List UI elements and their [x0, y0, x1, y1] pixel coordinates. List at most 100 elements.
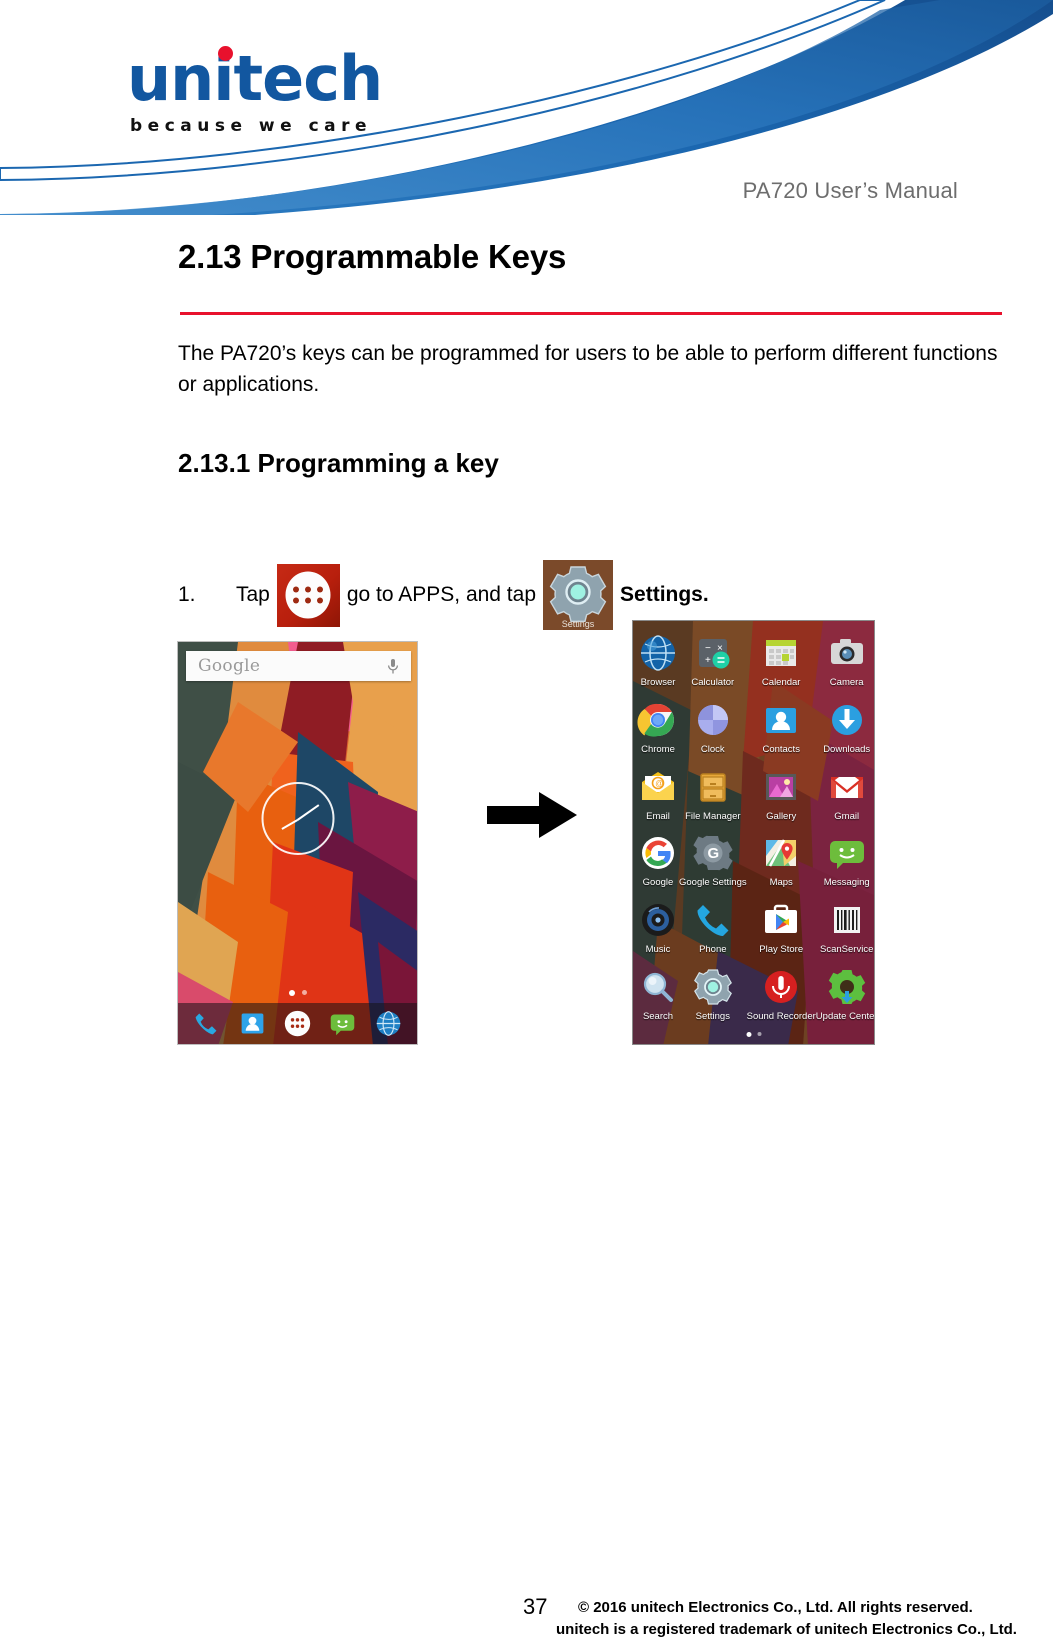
- search-placeholder: Google: [198, 656, 261, 676]
- google-icon: [642, 837, 674, 870]
- step-text-between: go to APPS, and tap: [346, 583, 537, 606]
- app-drawer-screenshot: Browser − × + Calculator Calendar Camera…: [632, 620, 875, 1045]
- email-icon: @: [642, 771, 674, 800]
- app-item-calculator[interactable]: − × + Calculator: [679, 629, 747, 696]
- app-item-gmail[interactable]: Gmail: [816, 763, 874, 830]
- app-item-sound-recorder[interactable]: Sound Recorder: [747, 963, 816, 1022]
- step-one: 1. Tap go to APPS, and tap Settings Sett…: [178, 560, 709, 630]
- app-item-search[interactable]: Search: [637, 963, 679, 1022]
- app-item-file-manager[interactable]: File Manager: [679, 763, 747, 830]
- page-dot-active: [746, 1032, 751, 1037]
- music-icon: [642, 904, 674, 937]
- step-number: 1.: [178, 583, 196, 606]
- google-settings-icon: G: [693, 836, 733, 871]
- app-item-browser[interactable]: Browser: [637, 629, 679, 696]
- app-item-gallery[interactable]: Gallery: [747, 763, 816, 830]
- page-footer: 37 © 2016 unitech Electronics Co., Ltd. …: [0, 1586, 1053, 1642]
- analog-clock-widget[interactable]: [261, 782, 334, 855]
- phone-icon: [697, 905, 729, 937]
- apps-drawer-icon[interactable]: [276, 563, 340, 627]
- browser-icon: [641, 635, 675, 671]
- sound-recorder-icon: [765, 971, 798, 1003]
- app-label: Camera: [829, 677, 864, 688]
- heading-divider: [180, 312, 1002, 315]
- manual-page: unitech because we care PA720 User’s Man…: [0, 0, 1053, 1650]
- app-label: Chrome: [641, 743, 675, 755]
- app-item-downloads[interactable]: Downloads: [816, 696, 874, 763]
- svg-text:+: +: [705, 655, 711, 666]
- gmail-icon: [830, 776, 863, 798]
- app-item-contacts[interactable]: Contacts: [747, 696, 816, 763]
- chrome-icon: [637, 703, 674, 737]
- app-item-update-center[interactable]: Update Center: [815, 963, 875, 1022]
- browser-icon[interactable]: [374, 1009, 403, 1038]
- clock-minute-hand: [296, 803, 320, 821]
- app-label: Google Settings: [679, 877, 747, 889]
- app-label: Downloads: [823, 743, 871, 755]
- calculator-icon: − × +: [698, 639, 730, 669]
- app-label: Email: [646, 810, 670, 822]
- update-center-icon: [828, 970, 865, 1004]
- app-item-phone[interactable]: Phone: [679, 896, 747, 963]
- calendar-icon: [766, 640, 797, 666]
- app-label: Clock: [700, 743, 725, 755]
- settings-gear-icon[interactable]: Settings: [543, 560, 614, 630]
- app-label: Music: [645, 944, 671, 956]
- unitech-logo: unitech because we care: [127, 42, 383, 136]
- app-label: Phone: [699, 944, 727, 956]
- app-label: File Manager: [685, 810, 741, 822]
- app-item-music[interactable]: Music: [637, 896, 679, 963]
- app-item-chrome[interactable]: Chrome: [637, 696, 679, 763]
- page-number: 37: [523, 1594, 548, 1619]
- section-heading: 2.13 Programmable Keys: [178, 238, 567, 275]
- app-label: Google: [642, 877, 674, 889]
- google-search-bar[interactable]: Google: [186, 651, 411, 681]
- logo-red-dot: [218, 46, 233, 61]
- app-label: Calendar: [761, 677, 801, 688]
- page-dot-inactive: [301, 990, 307, 995]
- downloads-icon: [831, 704, 862, 735]
- logo-tagline: because we care: [130, 116, 373, 136]
- maps-icon: [766, 839, 797, 868]
- clock-icon: [697, 704, 728, 735]
- messaging-icon[interactable]: [328, 1009, 357, 1038]
- drawer-page-indicator: [746, 1032, 761, 1037]
- svg-text:@: @: [655, 779, 663, 788]
- app-label: Play Store: [759, 944, 804, 956]
- app-item-email[interactable]: @ Email: [637, 763, 679, 830]
- messaging-icon: [829, 841, 864, 870]
- app-grid: Browser − × + Calculator Calendar Camera…: [633, 621, 874, 1044]
- app-item-google[interactable]: Google: [637, 829, 679, 896]
- app-item-play-store[interactable]: Play Store: [747, 896, 816, 963]
- app-label: Settings: [695, 1011, 730, 1022]
- copyright-line-1: © 2016 unitech Electronics Co., Ltd. All…: [578, 1599, 973, 1616]
- search-icon: [643, 972, 673, 1002]
- app-item-settings[interactable]: Settings: [679, 963, 747, 1022]
- logo-wordmark: unitech: [127, 42, 383, 115]
- apps-icon-dots: [293, 586, 324, 604]
- app-label: Messaging: [823, 877, 870, 889]
- app-item-clock[interactable]: Clock: [679, 696, 747, 763]
- app-label: Contacts: [762, 743, 800, 755]
- apps-drawer-icon[interactable]: [283, 1009, 312, 1038]
- intro-paragraph: The PA720’s keys can be programmed for u…: [178, 342, 998, 396]
- right-arrow-icon: [487, 792, 577, 838]
- app-item-scanservice[interactable]: ScanService: [816, 896, 874, 963]
- app-label: Browser: [640, 677, 676, 688]
- page-header: unitech because we care PA720 User’s Man…: [0, 0, 1053, 215]
- svg-text:−: −: [705, 643, 711, 654]
- app-item-google-settings[interactable]: G Google Settings: [679, 829, 747, 896]
- manual-title: PA720 User’s Manual: [742, 178, 958, 203]
- gallery-icon: [766, 773, 797, 800]
- app-item-maps[interactable]: Maps: [747, 829, 816, 896]
- step-text-before: Tap: [236, 583, 270, 606]
- app-label: Calculator: [691, 677, 735, 688]
- contacts-icon: [766, 707, 797, 733]
- app-item-calendar[interactable]: Calendar: [747, 629, 816, 696]
- app-item-messaging[interactable]: Messaging: [816, 829, 874, 896]
- microphone-icon[interactable]: [387, 658, 399, 675]
- phone-icon[interactable]: [192, 1009, 221, 1038]
- app-item-camera[interactable]: Camera: [816, 629, 874, 696]
- app-label: Update Center: [815, 1011, 875, 1022]
- contacts-icon[interactable]: [238, 1009, 267, 1038]
